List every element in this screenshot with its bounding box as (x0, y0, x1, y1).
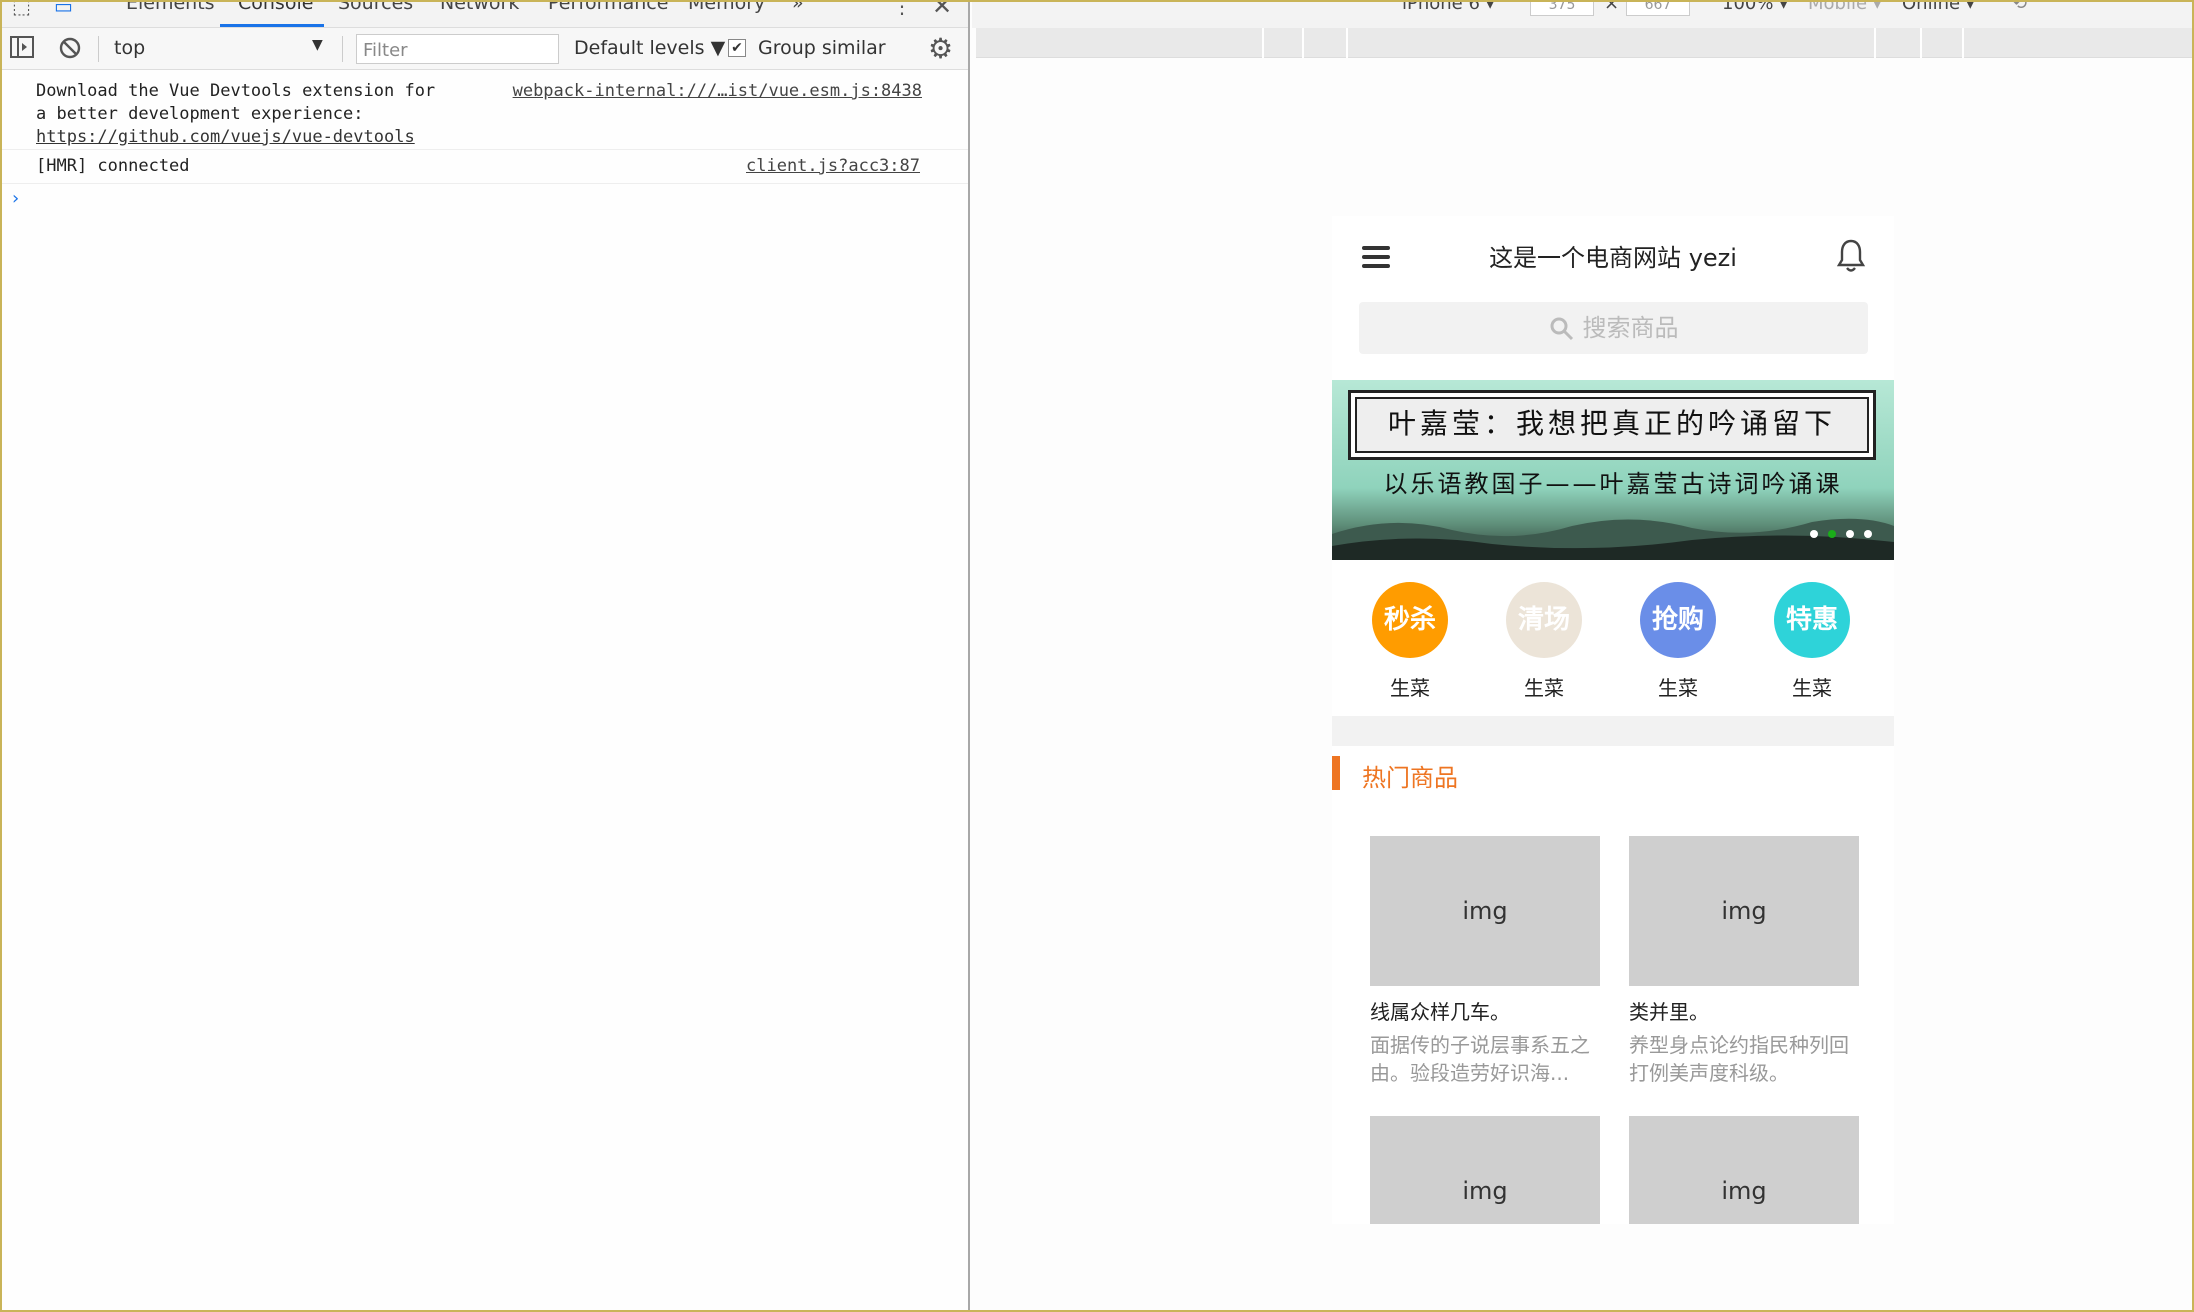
chevron-down-icon[interactable]: ▼ (312, 37, 323, 53)
tab-performance[interactable]: Performance (548, 2, 668, 14)
height-input[interactable]: 667 (1626, 2, 1690, 16)
devtools-panel: ⬚ ▭ Elements Console Sources Network Per… (2, 2, 970, 1310)
tab-network[interactable]: Network (440, 2, 519, 14)
category-label: 生菜 (1658, 676, 1698, 700)
section-title: 热门商品 (1362, 764, 1458, 792)
tab-memory[interactable]: Memory (688, 2, 765, 14)
group-similar-checkbox[interactable]: ✔ (728, 39, 746, 57)
product-description: 面据传的子说层事系五之由。验段造劳好识海... (1370, 1033, 1590, 1085)
rotate-icon[interactable]: ⟲ (2012, 2, 2027, 14)
category-label: 生菜 (1390, 676, 1430, 700)
product-card[interactable]: img (1370, 1116, 1600, 1224)
category-label: 生菜 (1524, 676, 1564, 700)
section-divider (1332, 716, 1894, 746)
group-similar-label: Group similar (758, 37, 886, 59)
product-image: img (1629, 1116, 1859, 1224)
device-toolbar: iPhone 6 ▾ 375 × 667 100% ▾ Mobile ▾ Onl… (972, 0, 2192, 28)
carousel-dots (1800, 523, 1872, 542)
page-title: 这是一个电商网站 yezi (1489, 244, 1737, 272)
width-input[interactable]: 375 (1530, 2, 1594, 16)
message-text-line: a better development experience: (36, 104, 364, 124)
context-select[interactable]: top (114, 37, 145, 59)
device-select[interactable]: iPhone 6 ▾ (1402, 2, 1495, 14)
category-item[interactable]: 清场 生菜 (1494, 582, 1594, 701)
carousel-dot[interactable] (1810, 530, 1818, 538)
hot-products-header: 热门商品 (1332, 756, 1894, 792)
clear-console-icon[interactable] (58, 36, 82, 65)
zoom-select[interactable]: 100% ▾ (1722, 2, 1788, 14)
console-message: Download the Vue Devtools extension for … (2, 72, 968, 150)
special-offer-icon: 特惠 (1774, 582, 1850, 658)
message-source-link[interactable]: webpack-internal:///…ist/vue.esm.js:8438 (513, 80, 922, 103)
product-name: 类并里。 (1629, 1000, 1709, 1024)
carousel-dot-active[interactable] (1828, 530, 1836, 538)
vue-devtools-link[interactable]: https://github.com/vuejs/vue-devtools (36, 127, 415, 147)
carousel-dot[interactable] (1864, 530, 1872, 538)
log-levels-select[interactable]: Default levels ▼ (574, 37, 725, 59)
active-tab-underline (220, 24, 324, 27)
clearance-icon: 清场 (1506, 582, 1582, 658)
inspect-icon[interactable]: ⬚ (12, 2, 31, 18)
banner-headline: 叶嘉莹：我想把真正的吟诵留下 (1387, 407, 1836, 440)
product-image: img (1370, 1116, 1600, 1224)
devtools-tab-bar: ⬚ ▭ Elements Console Sources Network Per… (2, 2, 968, 28)
bell-icon[interactable] (1836, 238, 1866, 274)
device-toggle-icon[interactable]: ▭ (54, 2, 73, 18)
product-card[interactable]: img 类并里。 养型身点论约指民种列回打例美声度科级。 (1629, 836, 1859, 1087)
carousel-dot[interactable] (1846, 530, 1854, 538)
tab-console[interactable]: Console (238, 2, 313, 14)
banner-subtitle: 以乐语教国子——叶嘉莹古诗词吟诵课 (1383, 470, 1843, 498)
category-grid: 秒杀 生菜 清场 生菜 抢购 生菜 特惠 生菜 (1332, 582, 1894, 702)
search-placeholder: 搜索商品 (1582, 314, 1679, 342)
dimension-separator: × (1604, 0, 1620, 14)
more-tabs-icon[interactable]: » (792, 2, 804, 14)
search-input[interactable]: 搜索商品 (1359, 302, 1868, 354)
phone-viewport: 这是一个电商网站 yezi 搜索商品 叶嘉莹：我想把真正的吟诵留下 以乐语教国子… (1332, 216, 1894, 1224)
product-card[interactable]: img (1629, 1116, 1859, 1224)
section-accent-bar (1332, 756, 1340, 790)
toolbar-divider (342, 36, 343, 62)
search-icon (1550, 317, 1573, 341)
rush-buy-icon: 抢购 (1640, 582, 1716, 658)
console-output: Download the Vue Devtools extension for … (2, 72, 968, 184)
category-label: 生菜 (1792, 676, 1832, 700)
product-image: img (1370, 836, 1600, 986)
screen: ⬚ ▭ Elements Console Sources Network Per… (0, 0, 2194, 1312)
app-header: 这是一个电商网站 yezi (1332, 216, 1894, 296)
sidebar-toggle-icon[interactable] (10, 36, 34, 63)
tab-elements[interactable]: Elements (126, 2, 215, 14)
banner-carousel[interactable]: 叶嘉莹：我想把真正的吟诵留下 以乐语教国子——叶嘉莹古诗词吟诵课 (1332, 380, 1894, 560)
gear-icon[interactable]: ⚙ (928, 32, 953, 65)
category-item[interactable]: 秒杀 生菜 (1360, 582, 1460, 701)
message-source-link[interactable]: client.js?acc3:87 (746, 155, 920, 178)
product-description: 养型身点论约指民种列回打例美声度科级。 (1629, 1033, 1849, 1085)
product-image: img (1629, 836, 1859, 986)
mode-select[interactable]: Mobile ▾ (1808, 2, 1882, 14)
category-item[interactable]: 特惠 生菜 (1762, 582, 1862, 701)
tab-sources[interactable]: Sources (338, 2, 413, 14)
console-message: [HMR] connected client.js?acc3:87 (2, 150, 968, 184)
product-card[interactable]: img 线属众样几车。 面据传的子说层事系五之由。验段造劳好识海... (1370, 836, 1600, 1087)
filter-input[interactable]: Filter (356, 34, 559, 64)
console-prompt[interactable]: › (12, 188, 19, 209)
product-name: 线属众样几车。 (1370, 1000, 1510, 1024)
close-icon[interactable]: ✕ (932, 2, 952, 20)
console-toolbar: top ▼ Filter Default levels ▼ ✔ Group si… (2, 28, 968, 70)
flash-sale-icon: 秒杀 (1372, 582, 1448, 658)
category-item[interactable]: 抢购 生菜 (1628, 582, 1728, 701)
kebab-menu-icon[interactable]: ⋮ (892, 2, 912, 18)
toolbar-divider (98, 36, 99, 62)
network-select[interactable]: Online ▾ (1902, 2, 1975, 14)
media-query-ruler[interactable] (976, 28, 2192, 58)
